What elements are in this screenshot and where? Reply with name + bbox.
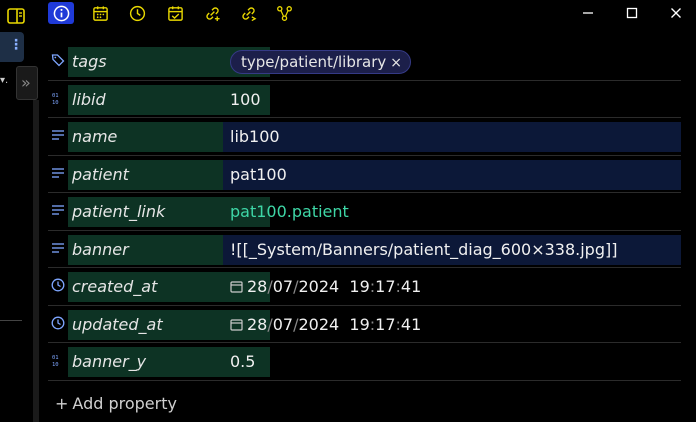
property-value[interactable]: ![[_System/Banners/patient_diag_600×338.… (223, 234, 681, 265)
property-value[interactable]: 100 (223, 85, 681, 115)
property-row-banner: banner ![[_System/Banners/patient_diag_6… (48, 231, 681, 268)
property-row-banner-y: 01 10 banner_y 0.5 (48, 343, 681, 381)
sidebar-toggle-icon[interactable] (6, 6, 26, 26)
expand-sidebar-button[interactable]: » (16, 66, 38, 100)
number-icon: 01 10 (51, 352, 65, 368)
svg-text:10: 10 (52, 362, 59, 367)
date-month: 07 (272, 277, 294, 296)
property-link-value[interactable]: pat100.patient (223, 197, 681, 227)
svg-text:01: 01 (52, 355, 59, 361)
text-icon (51, 240, 65, 254)
property-row-name: name lib100 (48, 118, 681, 156)
date-day: 28 (247, 277, 268, 296)
calendar-icon[interactable] (230, 273, 243, 293)
property-row-updated-at: updated_at 28/07/2024 19:17:41 (48, 306, 681, 343)
time-minute: 17 (375, 314, 396, 334)
vertical-dots-icon: ⋮ (9, 37, 23, 53)
property-value[interactable]: pat100 (223, 159, 681, 190)
date-day: 28 (247, 314, 268, 334)
date-month: 07 (272, 314, 294, 334)
info-icon[interactable] (48, 2, 74, 24)
plus-icon: + (55, 394, 69, 413)
number-icon: 01 10 (51, 90, 65, 106)
divider (0, 320, 22, 321)
add-property-label: Add property (72, 394, 177, 413)
date-year: 2024 (298, 277, 340, 296)
double-chevron-right-icon: » (21, 73, 31, 92)
date-year: 2024 (298, 314, 340, 334)
clock-icon (51, 277, 65, 292)
clock-icon[interactable] (124, 2, 150, 24)
properties-panel: tags type/patient/library × 01 10 libid 10… (48, 43, 681, 381)
tag-icon (51, 52, 65, 67)
time-second: 41 (400, 314, 422, 334)
time-hour: 19 (349, 277, 370, 296)
top-toolbar (41, 0, 696, 28)
time-minute: 17 (375, 277, 396, 296)
text-icon (51, 202, 65, 216)
calendar-check-icon[interactable] (162, 2, 188, 24)
graph-icon[interactable] (271, 2, 297, 24)
tag-pill[interactable]: type/patient/library × (230, 50, 411, 74)
property-value[interactable]: lib100 (223, 122, 681, 152)
svg-text:10: 10 (52, 100, 59, 105)
remove-tag-icon[interactable]: × (390, 55, 402, 71)
text-icon (51, 165, 65, 179)
tag-label: type/patient/library (241, 53, 387, 71)
maximize-icon[interactable] (619, 2, 645, 24)
left-rail: ⋮ ▾. » (0, 0, 41, 422)
calendar-icon[interactable] (230, 311, 243, 331)
link-add-icon[interactable] (199, 2, 225, 24)
property-row-tags: tags type/patient/library × (48, 43, 681, 81)
add-property-button[interactable]: + Add property (55, 394, 177, 413)
text-icon (51, 127, 65, 141)
property-row-libid: 01 10 libid 100 (48, 81, 681, 118)
property-row-patient: patient pat100 (48, 156, 681, 193)
clock-icon (51, 315, 65, 329)
datetime-value[interactable]: 28/07/2024 19:17:41 (223, 272, 681, 302)
link-forward-icon[interactable] (235, 2, 261, 24)
property-row-patient-link: patient_link pat100.patient (48, 193, 681, 231)
calendar-icon[interactable] (87, 2, 113, 24)
close-icon[interactable] (663, 2, 689, 24)
scrollbar[interactable] (33, 100, 39, 422)
property-value[interactable]: 0.5 (223, 347, 681, 377)
svg-text:01: 01 (52, 93, 59, 99)
datetime-value[interactable]: 28/07/2024 19:17:41 (223, 310, 681, 340)
property-row-created-at: created_at 28/07/2024 19:17:41 (48, 268, 681, 306)
property-value[interactable]: type/patient/library × (223, 47, 681, 77)
time-second: 41 (400, 277, 422, 296)
more-options-button[interactable]: ⋮ (0, 32, 24, 62)
minimize-icon[interactable] (575, 2, 601, 24)
rail-dropdown-indicator: ▾. (0, 75, 9, 86)
time-hour: 19 (349, 314, 370, 334)
